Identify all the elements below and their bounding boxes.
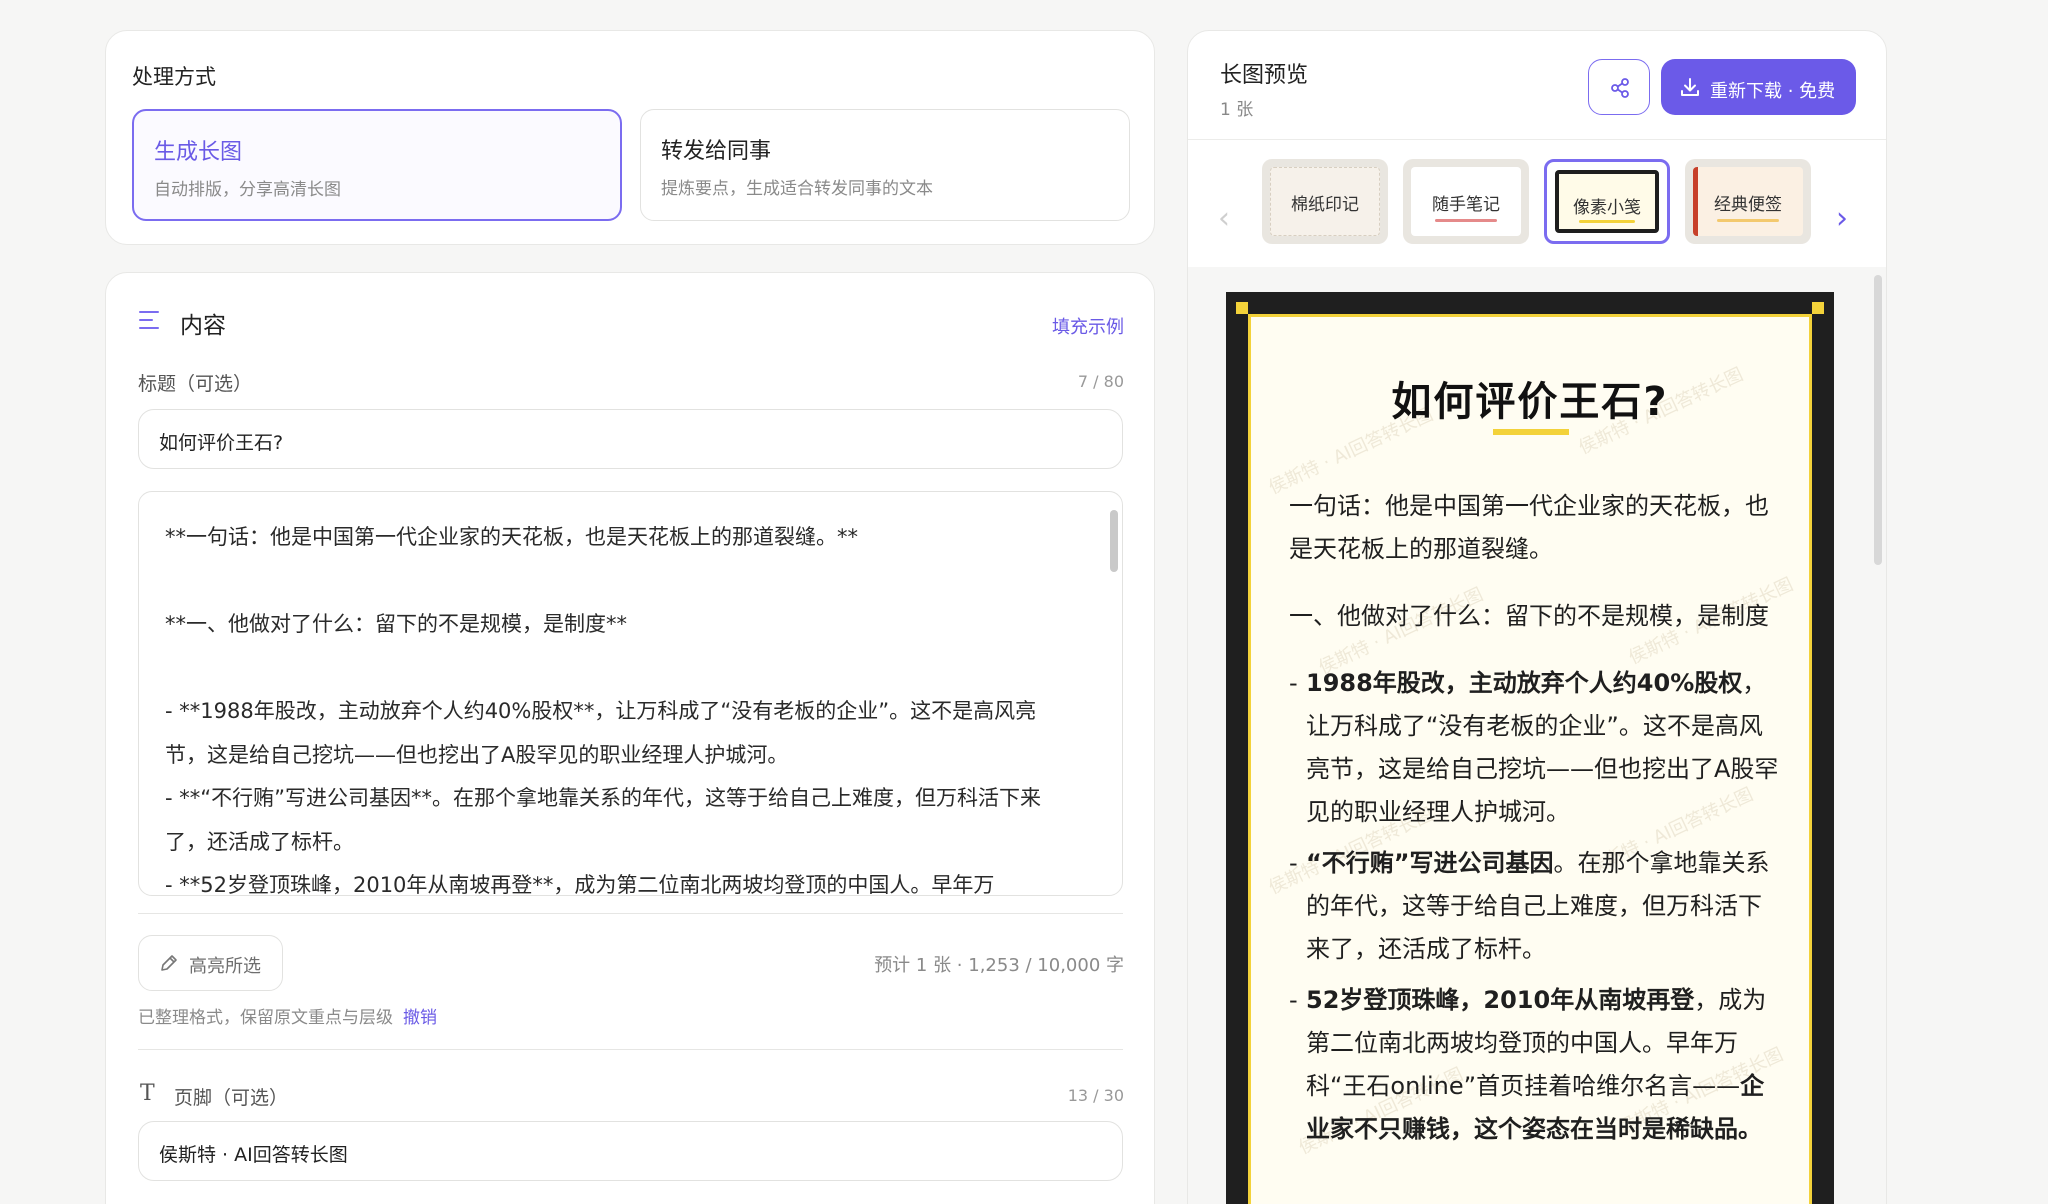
preview-scrollbar[interactable] bbox=[1874, 275, 1882, 565]
option-long-image-desc: 自动排版，分享高清长图 bbox=[154, 180, 341, 200]
footer-input[interactable]: 侯斯特 · AI回答转长图 bbox=[138, 1121, 1123, 1181]
highlight-selection-button[interactable]: 高亮所选 bbox=[138, 935, 283, 991]
theme-thumb-notes[interactable]: 随手笔记 bbox=[1403, 159, 1529, 244]
chevron-right-icon[interactable]: › bbox=[1836, 201, 1848, 236]
download-icon bbox=[1681, 78, 1699, 96]
preview-card: 长图预览 1 张 重新下载 · 免费 ‹ 棉纸印记 随手笔记 像素小笺 经典便签… bbox=[1187, 30, 1887, 1204]
fill-example-link[interactable]: 填充示例 bbox=[1052, 313, 1124, 339]
redownload-label: 重新下载 · 免费 bbox=[1710, 81, 1836, 102]
preview-count: 1 张 bbox=[1220, 100, 1254, 120]
content-title: 内容 bbox=[180, 313, 226, 339]
theme-label: 随手笔记 bbox=[1432, 195, 1500, 215]
option-forward-title: 转发给同事 bbox=[661, 139, 772, 164]
theme-thumb-cotton[interactable]: 棉纸印记 bbox=[1262, 159, 1388, 244]
option-long-image[interactable]: 生成长图 自动排版，分享高清长图 bbox=[132, 109, 622, 221]
share-icon bbox=[1611, 78, 1629, 98]
theme-thumb-classic[interactable]: 经典便签 bbox=[1685, 159, 1811, 244]
option-forward-desc: 提炼要点，生成适合转发同事的文本 bbox=[661, 179, 933, 199]
share-button[interactable] bbox=[1588, 59, 1650, 115]
undo-link[interactable]: 撤销 bbox=[403, 1008, 437, 1028]
redownload-button[interactable]: 重新下载 · 免费 bbox=[1661, 59, 1856, 115]
content-card: 内容 填充示例 标题（可选） 7 / 80 如何评价王石? **一句话：他是中国… bbox=[105, 272, 1155, 1204]
format-note-text: 已整理格式，保留原文重点与层级 bbox=[138, 1008, 393, 1028]
footer-field-label: 页脚（可选） bbox=[174, 1087, 289, 1109]
content-text: **一句话：他是中国第一代企业家的天花板，也是天花板上的那道裂缝。** **一、… bbox=[165, 525, 1042, 896]
mode-title: 处理方式 bbox=[132, 65, 216, 89]
poster-list-item: 1988年股改，主动放弃个人约40%股权，让万科成了“没有老板的企业”。这不是高… bbox=[1289, 662, 1779, 834]
chevron-left-icon[interactable]: ‹ bbox=[1218, 201, 1230, 236]
poster-list-item: “不行贿”写进公司基因。在那个拿地靠关系的年代，这等于给自己上难度，但万科活下来… bbox=[1289, 842, 1779, 971]
poster-title: 如何评价王石? bbox=[1391, 379, 1669, 425]
theme-label: 棉纸印记 bbox=[1291, 195, 1359, 215]
highlight-selection-label: 高亮所选 bbox=[189, 956, 261, 977]
pen-icon bbox=[161, 955, 177, 971]
option-long-image-title: 生成长图 bbox=[154, 140, 243, 165]
poster-body: 一句话：他是中国第一代企业家的天花板，也是天花板上的那道裂缝。 一、他做对了什么… bbox=[1289, 485, 1779, 1159]
title-field-label: 标题（可选） bbox=[138, 373, 253, 395]
divider bbox=[1188, 139, 1886, 140]
poster-list-item: 52岁登顶珠峰，2010年从南坡再登，成为第二位南北两坡均登顶的中国人。早年万科… bbox=[1289, 979, 1779, 1151]
divider bbox=[138, 913, 1123, 914]
poster-preview: 侯斯特 · AI回答转长图 侯斯特 · AI回答转长图 侯斯特 · AI回答转长… bbox=[1226, 292, 1834, 1204]
title-char-count: 7 / 80 bbox=[1077, 372, 1124, 391]
content-textarea[interactable]: **一句话：他是中国第一代企业家的天花板，也是天花板上的那道裂缝。** **一、… bbox=[138, 491, 1123, 896]
theme-thumb-pixel[interactable]: 像素小笺 bbox=[1544, 159, 1670, 244]
option-forward-colleague[interactable]: 转发给同事 提炼要点，生成适合转发同事的文本 bbox=[640, 109, 1130, 221]
content-lines-icon bbox=[139, 311, 159, 333]
title-input[interactable]: 如何评价王石? bbox=[138, 409, 1123, 469]
footer-char-count: 13 / 30 bbox=[1067, 1086, 1124, 1105]
mode-card: 处理方式 生成长图 自动排版，分享高清长图 转发给同事 提炼要点，生成适合转发同… bbox=[105, 30, 1155, 245]
title-underline bbox=[1493, 429, 1569, 435]
preview-scroll-area[interactable]: 侯斯特 · AI回答转长图 侯斯特 · AI回答转长图 侯斯特 · AI回答转长… bbox=[1188, 267, 1886, 1204]
format-note: 已整理格式，保留原文重点与层级 撤销 bbox=[138, 1003, 437, 1028]
divider bbox=[138, 1049, 1123, 1050]
poster-section: 一、他做对了什么：留下的不是规模，是制度 bbox=[1289, 602, 1769, 630]
textarea-scrollbar[interactable] bbox=[1110, 510, 1118, 572]
theme-label: 像素小笺 bbox=[1573, 198, 1641, 218]
text-type-icon: T bbox=[140, 1081, 155, 1106]
estimate-count: 预计 1 张 · 1,253 / 10,000 字 bbox=[874, 955, 1124, 976]
poster-paper: 侯斯特 · AI回答转长图 侯斯特 · AI回答转长图 侯斯特 · AI回答转长… bbox=[1248, 314, 1812, 1204]
poster-intro: 一句话：他是中国第一代企业家的天花板，也是天花板上的那道裂缝。 bbox=[1289, 492, 1769, 563]
theme-label: 经典便签 bbox=[1714, 195, 1782, 215]
preview-title: 长图预览 bbox=[1220, 63, 1309, 88]
